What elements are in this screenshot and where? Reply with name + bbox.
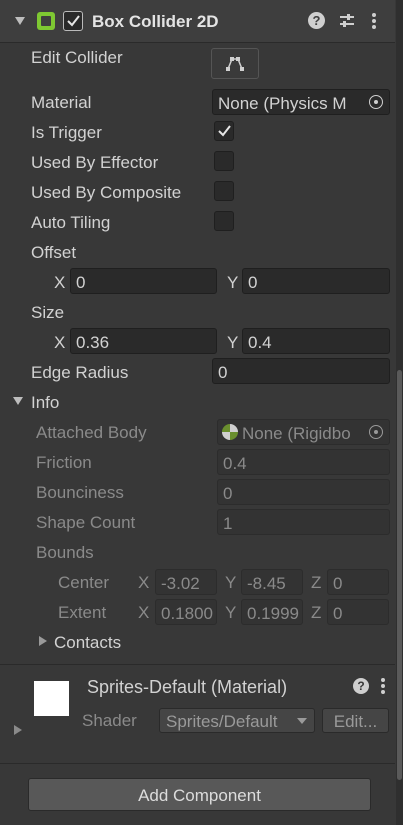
offset-y-field[interactable]: 0 <box>242 268 390 294</box>
center-z-field: 0 <box>327 569 389 595</box>
component-enabled-checkbox[interactable] <box>63 11 83 31</box>
is-trigger-label: Is Trigger <box>31 123 102 142</box>
shape-count-value: 1 <box>223 514 233 533</box>
section-divider <box>0 664 395 665</box>
extent-y-label: Y <box>225 603 237 622</box>
center-x-label: X <box>138 573 150 592</box>
center-z-value: 0 <box>333 574 343 593</box>
edit-collider-label: Edit Collider <box>31 48 123 67</box>
shape-count-label: Shape Count <box>36 513 136 532</box>
is-trigger-checkbox[interactable] <box>214 121 234 141</box>
offset-x-value: 0 <box>76 273 86 292</box>
extent-z-field: 0 <box>327 599 389 625</box>
edit-collider-icon <box>226 57 244 71</box>
friction-value: 0.4 <box>223 454 247 473</box>
offset-x-label[interactable]: X <box>54 273 65 293</box>
center-z-label: Z <box>311 573 322 592</box>
help-icon[interactable]: ? <box>353 678 369 694</box>
info-label[interactable]: Info <box>31 393 59 413</box>
size-label: Size <box>31 303 65 322</box>
center-label: Center <box>58 573 110 592</box>
attached-body-value: None (Rigidbo <box>242 424 351 443</box>
contacts-label[interactable]: Contacts <box>54 633 121 653</box>
edge-radius-label: Edge Radius <box>31 363 129 382</box>
rigidbody-icon <box>222 424 238 440</box>
shader-label: Shader <box>82 711 137 730</box>
offset-y-label[interactable]: Y <box>227 273 238 293</box>
center-x-value: -3.02 <box>161 574 200 593</box>
friction-field: 0.4 <box>217 449 390 475</box>
shader-dropdown[interactable]: Sprites/Default <box>159 708 315 733</box>
offset-label: Offset <box>31 243 77 262</box>
shape-count-field: 1 <box>217 509 390 535</box>
extent-x-label: X <box>138 603 150 622</box>
help-icon[interactable]: ? <box>308 12 325 29</box>
used-by-composite-label: Used By Composite <box>31 183 182 202</box>
bounciness-label: Bounciness <box>36 483 124 502</box>
used-by-effector-label: Used By Effector <box>31 153 159 172</box>
attached-body-label: Attached Body <box>36 423 147 442</box>
material-value: None (Physics M <box>218 94 347 113</box>
material-title: Sprites-Default (Material) <box>87 677 288 697</box>
edit-shader-label: Edit... <box>333 712 378 731</box>
center-y-field: -8.45 <box>241 569 303 595</box>
size-y-value: 0.4 <box>248 333 272 352</box>
chevron-down-icon <box>297 718 307 724</box>
size-x-label[interactable]: X <box>54 333 65 353</box>
check-icon <box>67 15 80 27</box>
auto-tiling-checkbox[interactable] <box>214 211 234 231</box>
add-component-label: Add Component <box>138 786 261 805</box>
object-picker-icon <box>364 420 388 444</box>
edit-collider-button[interactable] <box>211 48 259 79</box>
offset-y-value: 0 <box>248 273 258 292</box>
material-foldout-arrow-icon[interactable] <box>14 725 22 735</box>
size-y-field[interactable]: 0.4 <box>242 328 390 354</box>
size-y-label[interactable]: Y <box>227 333 238 353</box>
footer-divider <box>0 763 395 764</box>
extent-y-value: 0.1999 <box>247 604 299 623</box>
used-by-effector-checkbox[interactable] <box>214 151 234 171</box>
edge-radius-field[interactable]: 0 <box>212 358 390 384</box>
extent-y-field: 0.1999 <box>241 599 303 625</box>
component-title: Box Collider 2D <box>92 12 219 31</box>
scrollbar-thumb[interactable] <box>397 370 402 780</box>
add-component-button[interactable]: Add Component <box>28 778 371 811</box>
edge-radius-value: 0 <box>218 363 228 382</box>
center-x-field: -3.02 <box>155 569 217 595</box>
contacts-foldout-arrow-icon[interactable] <box>39 636 47 646</box>
shader-value: Sprites/Default <box>166 712 278 731</box>
offset-x-field[interactable]: 0 <box>70 268 217 294</box>
center-y-label: Y <box>225 573 237 592</box>
box-collider-icon <box>37 12 55 30</box>
edit-shader-button[interactable]: Edit... <box>322 708 389 733</box>
material-label: Material <box>31 93 92 112</box>
presets-icon[interactable] <box>338 12 356 30</box>
extent-z-value: 0 <box>333 604 343 623</box>
size-x-value: 0.36 <box>76 333 110 352</box>
used-by-composite-checkbox[interactable] <box>214 181 234 201</box>
bounciness-field: 0 <box>217 479 390 505</box>
bounciness-value: 0 <box>223 484 233 503</box>
extent-z-label: Z <box>311 603 322 622</box>
info-foldout-arrow-icon[interactable] <box>13 397 23 405</box>
extent-label: Extent <box>58 603 107 622</box>
extent-x-value: 0.1800 <box>161 604 213 623</box>
more-options-icon[interactable] <box>371 12 377 30</box>
center-y-value: -8.45 <box>247 574 286 593</box>
auto-tiling-label: Auto Tiling <box>31 213 111 232</box>
check-icon <box>218 125 231 137</box>
size-x-field[interactable]: 0.36 <box>70 328 217 354</box>
material-preview-thumbnail <box>34 681 69 716</box>
friction-label: Friction <box>36 453 92 472</box>
more-options-icon[interactable] <box>380 677 386 695</box>
collapse-arrow-icon[interactable] <box>15 17 25 25</box>
bounds-label: Bounds <box>36 543 94 562</box>
extent-x-field: 0.1800 <box>155 599 217 625</box>
object-picker-icon[interactable] <box>364 90 388 114</box>
